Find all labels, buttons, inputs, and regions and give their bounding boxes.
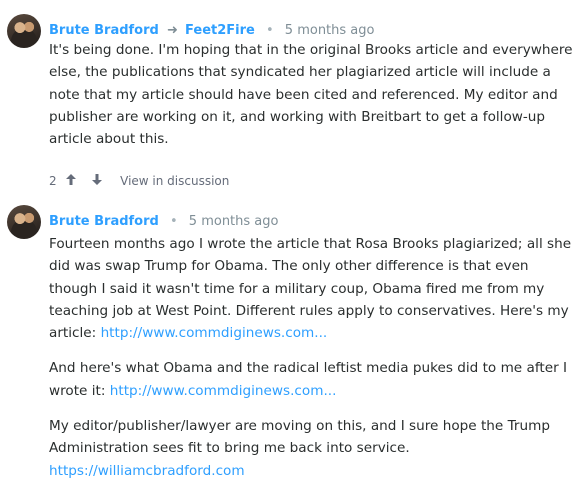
reply-arrow-icon: ➜ bbox=[166, 23, 178, 38]
author-name[interactable]: Brute Bradford bbox=[49, 23, 159, 38]
comment-paragraph: It's being done. I'm hoping that in the … bbox=[49, 42, 573, 148]
comment-paragraph: Fourteen months ago I wrote the article … bbox=[49, 233, 577, 344]
comment-body: Fourteen months ago I wrote the article … bbox=[49, 233, 577, 482]
avatar[interactable] bbox=[7, 14, 41, 48]
timestamp[interactable]: 5 months ago bbox=[189, 214, 279, 229]
comment-body: It's being done. I'm hoping that in the … bbox=[49, 39, 577, 150]
avatar[interactable] bbox=[7, 205, 41, 239]
comment-paragraph: My editor/publisher/lawyer are moving on… bbox=[49, 415, 577, 482]
view-in-discussion-link[interactable]: View in discussion bbox=[120, 172, 229, 190]
comment-meta: Brute Bradford ➜ Feet2Fire • 5 months ag… bbox=[49, 22, 374, 40]
paragraph-text: My editor/publisher/lawyer are moving on… bbox=[49, 418, 550, 457]
comment-footer: 2 View in discussion bbox=[49, 171, 229, 189]
vote-count: 2 bbox=[49, 173, 57, 188]
reply-to-name[interactable]: Feet2Fire bbox=[185, 23, 255, 38]
article-link[interactable]: http://www.commdiginews.com... bbox=[110, 383, 337, 399]
comment-paragraph: And here's what Obama and the radical le… bbox=[49, 357, 577, 402]
author-name[interactable]: Brute Bradford bbox=[49, 214, 159, 229]
website-link[interactable]: https://williamcbradford.com bbox=[49, 463, 245, 479]
separator-dot: • bbox=[169, 214, 178, 229]
separator-dot: • bbox=[265, 23, 274, 38]
article-link[interactable]: http://www.commdiginews.com... bbox=[101, 325, 328, 341]
downvote-icon[interactable] bbox=[90, 172, 104, 190]
comment-meta: Brute Bradford • 5 months ago bbox=[49, 213, 278, 231]
timestamp[interactable]: 5 months ago bbox=[285, 23, 375, 38]
upvote-icon[interactable] bbox=[64, 172, 78, 190]
